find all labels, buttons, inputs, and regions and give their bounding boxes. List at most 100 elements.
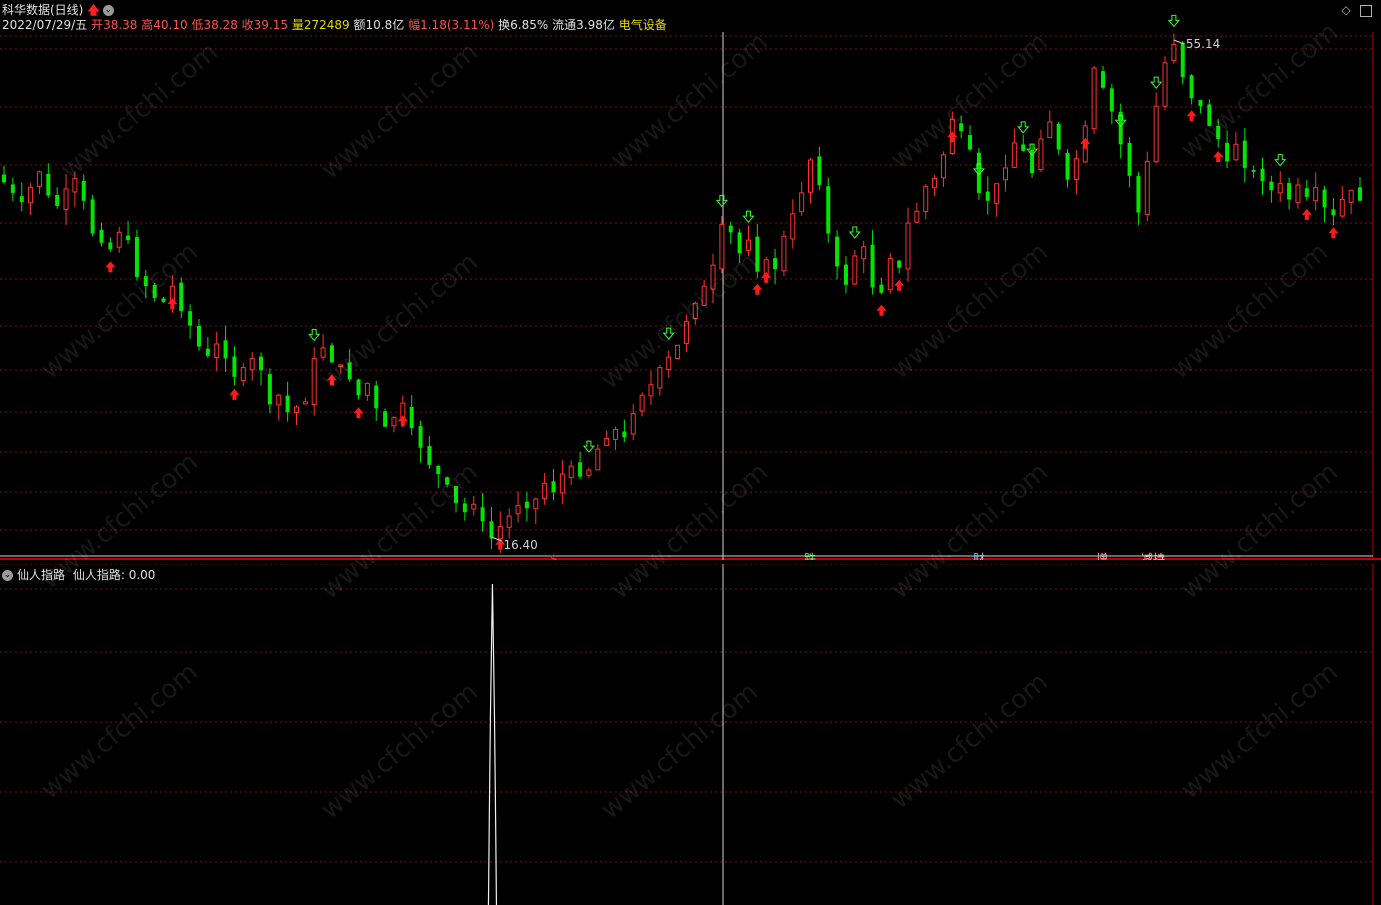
candle [293, 405, 299, 426]
candle [648, 370, 654, 405]
candle-body-down [418, 426, 423, 448]
candle [808, 157, 814, 204]
indicator-chart[interactable] [0, 564, 1381, 905]
price-chart-panel[interactable]: 55.14 16.40 $ 跌 财 增 减持 [0, 0, 1381, 560]
turnover-label: 换 [498, 18, 511, 32]
candlestick-chart[interactable]: 55.14 16.40 $ 跌 财 增 减持 [0, 0, 1381, 560]
candle-body-down [897, 260, 902, 268]
candle [152, 282, 157, 302]
candle-body-up [1002, 167, 1008, 181]
maximize-icon[interactable] [1360, 5, 1372, 17]
candle [835, 230, 840, 280]
close-label: 收 [241, 18, 254, 32]
candle [454, 485, 458, 513]
candle [1011, 128, 1017, 168]
candle [666, 350, 672, 378]
buy-arrow-icon [1186, 110, 1197, 122]
float-value: 3.98亿 [576, 18, 615, 32]
candle [1216, 118, 1221, 148]
candle [905, 207, 911, 282]
candle-body-up [338, 364, 344, 367]
candle [1127, 137, 1132, 188]
candle-body-up [657, 367, 663, 389]
candle [347, 349, 352, 382]
candle-body-down [329, 345, 334, 363]
candle-body-down [205, 348, 210, 356]
candle-body-up [471, 503, 477, 510]
candle-body-down [826, 186, 831, 234]
diamond-icon[interactable]: ◇ [1340, 4, 1352, 16]
candle [701, 280, 707, 306]
candle [515, 491, 521, 523]
candle [1358, 177, 1362, 201]
candle [116, 226, 122, 253]
candle-body-down [1118, 111, 1123, 145]
candle [1189, 74, 1194, 105]
buy-arrow-icon [167, 298, 178, 310]
candle [126, 221, 131, 244]
candle-body-down [870, 244, 875, 288]
candle-body-up [240, 367, 246, 382]
candle-body-down [879, 284, 884, 293]
chevron-down-icon[interactable]: ⌄ [102, 5, 114, 16]
candle-body-up [639, 394, 645, 412]
candle-body-down [383, 411, 388, 427]
candle [994, 183, 1000, 217]
candle [817, 146, 822, 191]
candle [613, 426, 619, 450]
candle-body-down [108, 242, 113, 250]
candle [1065, 148, 1070, 188]
candle-body-down [55, 195, 60, 207]
candle-body-up [852, 255, 858, 285]
stock-title-row: 科华数据(日线) 🡅 ⌄ [2, 2, 114, 18]
chevron-down-icon[interactable]: ⌄ [2, 570, 13, 581]
candle [959, 115, 964, 139]
candle-body-up [790, 213, 796, 240]
candle [302, 397, 308, 405]
candle-body-up [710, 264, 716, 290]
float-label: 流通 [552, 18, 577, 32]
date-label: 2022/07/29/五 [2, 18, 88, 32]
candle [683, 314, 689, 353]
indicator-name[interactable]: 仙人指路 [17, 568, 65, 582]
sell-arrow-icon [742, 210, 755, 223]
candle [445, 476, 450, 488]
candle-body-down [126, 235, 131, 241]
change-label: 幅 [408, 18, 421, 32]
candle-body-down [489, 521, 494, 539]
indicator-panel[interactable] [0, 564, 1381, 905]
candle [374, 380, 379, 421]
candle [409, 395, 414, 436]
candle-body-down [1304, 188, 1309, 197]
candle-body-down [2, 174, 6, 183]
candle-body-down [1100, 71, 1105, 88]
event-marker: $ [550, 552, 558, 560]
high-price-label: 55.14 [1186, 37, 1220, 51]
candle-body-up [72, 177, 78, 193]
candle-body-down [285, 395, 290, 413]
high-label: 高 [141, 18, 154, 32]
candle-body-down [134, 237, 139, 277]
open-label: 开 [91, 18, 104, 32]
candle [46, 163, 51, 198]
sell-arrow-icon [848, 226, 861, 239]
candle [719, 215, 725, 274]
candle-body-down [196, 325, 201, 347]
candle-body-up [595, 448, 601, 471]
stock-name[interactable]: 科华数据(日线) [2, 3, 83, 17]
sector-label[interactable]: 电气设备 [619, 18, 667, 32]
candle [1162, 56, 1168, 110]
amount-value: 10.8亿 [365, 18, 405, 32]
candle [480, 493, 485, 532]
candle [462, 497, 467, 521]
candle [551, 468, 556, 501]
candle [1225, 130, 1230, 169]
low-value: 38.28 [203, 18, 238, 32]
high-value: 40.10 [153, 18, 188, 32]
candle-body-down [524, 501, 529, 509]
buy-arrow-icon [105, 261, 116, 273]
candle [1056, 122, 1061, 155]
candle-body-down [1322, 189, 1327, 208]
candle [879, 277, 884, 295]
candle [630, 404, 636, 441]
